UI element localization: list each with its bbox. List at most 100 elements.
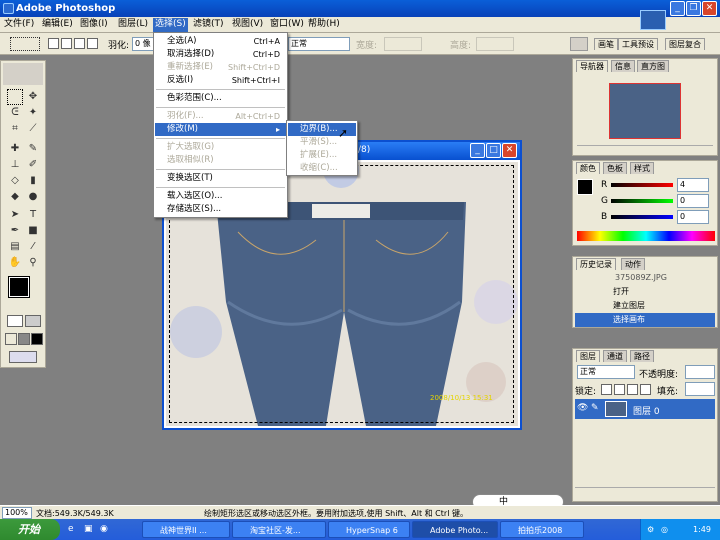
menu-window[interactable]: 窗口(W): [268, 18, 306, 32]
channel-g-input[interactable]: 0: [677, 194, 709, 208]
doc-close-button[interactable]: ✕: [502, 143, 517, 158]
tray-network-icon[interactable]: ⚙: [647, 519, 654, 540]
screen-mode-standard-icon[interactable]: [5, 333, 17, 345]
menu-image[interactable]: 图像(I): [78, 18, 110, 32]
history-item[interactable]: 建立图层: [575, 299, 715, 313]
blur-tool-icon[interactable]: ◆: [7, 189, 23, 205]
menu-color-range[interactable]: 色彩范围(C)...: [155, 92, 286, 105]
tab-styles[interactable]: 样式: [630, 162, 654, 174]
menu-select[interactable]: 选择(S): [153, 18, 188, 32]
history-item-selected[interactable]: 选择画布: [575, 313, 715, 327]
tab-paths[interactable]: 路径: [630, 350, 654, 362]
file-browser-icon[interactable]: [570, 37, 588, 51]
lock-all-icon[interactable]: [640, 384, 651, 395]
close-button[interactable]: ✕: [702, 1, 717, 16]
type-tool-icon[interactable]: T: [25, 207, 41, 223]
tab-color[interactable]: 颜色: [576, 162, 600, 174]
menu-modify[interactable]: 修改(M) ▸: [155, 123, 286, 136]
menu-deselect[interactable]: 取消选择(D) Ctrl+D: [155, 48, 286, 61]
history-brush-icon[interactable]: ✐: [25, 157, 41, 173]
intersect-selection-icon[interactable]: [87, 38, 98, 49]
doc-minimize-button[interactable]: _: [470, 143, 485, 158]
brush-tool-icon[interactable]: ✎: [25, 141, 41, 157]
tab-navigator[interactable]: 导航器: [576, 60, 608, 72]
menu-select-all[interactable]: 全选(A) Ctrl+A: [155, 35, 286, 48]
navigator-zoom-slider[interactable]: [577, 145, 713, 153]
minimize-button[interactable]: _: [670, 1, 685, 16]
foreground-color-swatch[interactable]: [8, 276, 30, 298]
lock-transparency-icon[interactable]: [601, 384, 612, 395]
menu-transform-selection[interactable]: 变换选区(T): [155, 172, 286, 185]
magic-wand-icon[interactable]: ✦: [25, 105, 41, 121]
zoom-field[interactable]: 100%: [2, 507, 32, 519]
channel-b-input[interactable]: 0: [677, 210, 709, 224]
menu-help[interactable]: 帮助(H): [306, 18, 342, 32]
healing-brush-icon[interactable]: ✚: [7, 141, 23, 157]
color-foreground-swatch[interactable]: [577, 179, 593, 195]
screen-mode-full-menu-icon[interactable]: [18, 333, 30, 345]
menu-save-selection[interactable]: 存储选区(S)...: [155, 203, 286, 216]
new-selection-icon[interactable]: [48, 38, 59, 49]
lasso-tool-icon[interactable]: ᕮ: [7, 105, 23, 121]
restore-button[interactable]: ❐: [686, 1, 701, 16]
gradient-tool-icon[interactable]: ▮: [25, 173, 41, 189]
tab-info[interactable]: 信息: [611, 60, 635, 72]
blend-mode-select[interactable]: 正常: [577, 365, 635, 379]
crop-tool-icon[interactable]: ⌗: [7, 121, 23, 137]
tab-brushes[interactable]: 画笔: [594, 38, 618, 50]
lock-position-icon[interactable]: [627, 384, 638, 395]
jump-to-imageready-icon[interactable]: [9, 351, 37, 363]
tab-histogram[interactable]: 直方图: [637, 60, 669, 72]
quicklaunch-qq-icon[interactable]: ◉: [100, 524, 108, 534]
move-tool-icon[interactable]: ✥: [25, 89, 41, 105]
shape-tool-icon[interactable]: ■: [25, 223, 41, 239]
eyedropper-icon[interactable]: ⁄: [25, 239, 41, 255]
path-select-icon[interactable]: ➤: [7, 207, 23, 223]
clock-time[interactable]: 1:49: [693, 519, 711, 540]
quickmask-mode-icon[interactable]: [25, 315, 41, 327]
start-button[interactable]: 开始: [0, 519, 60, 540]
taskbar-task-active[interactable]: Adobe Photo...: [412, 521, 498, 538]
channel-r-slider[interactable]: [611, 183, 673, 187]
layers-footer-buttons[interactable]: [575, 487, 715, 499]
tab-tool-presets[interactable]: 工具预设: [618, 38, 658, 50]
taskbar-task[interactable]: 战神世界II ...: [142, 521, 230, 538]
channel-r-input[interactable]: 4: [677, 178, 709, 192]
menu-filter[interactable]: 滤镜(T): [191, 18, 226, 32]
menu-layer[interactable]: 图层(L): [116, 18, 150, 32]
tab-layer-comps[interactable]: 图层复合: [665, 38, 705, 50]
tray-volume-icon[interactable]: ◎: [661, 519, 668, 540]
submenu-expand[interactable]: 扩展(E)...: [288, 149, 356, 162]
marquee-tool-icon[interactable]: [7, 89, 23, 105]
eraser-icon[interactable]: ◇: [7, 173, 23, 189]
dodge-tool-icon[interactable]: ●: [25, 189, 41, 205]
hand-tool-icon[interactable]: ✋: [7, 255, 23, 271]
fill-input[interactable]: [685, 382, 715, 396]
clone-stamp-icon[interactable]: ⊥: [7, 157, 23, 173]
history-item[interactable]: 打开: [575, 285, 715, 299]
navigator-thumbnail[interactable]: [609, 83, 681, 139]
taskbar-task[interactable]: 淘宝社区-发...: [232, 521, 326, 538]
menu-edit[interactable]: 编辑(E): [40, 18, 75, 32]
standard-mode-icon[interactable]: [7, 315, 23, 327]
marquee-preset-icon[interactable]: [10, 37, 40, 51]
menu-feather[interactable]: 羽化(F)... Alt+Ctrl+D: [155, 110, 286, 123]
screen-mode-full-icon[interactable]: [31, 333, 43, 345]
tab-swatches[interactable]: 色板: [603, 162, 627, 174]
taskbar-task[interactable]: 拍拍乐2008: [500, 521, 584, 538]
subtract-selection-icon[interactable]: [74, 38, 85, 49]
menu-inverse[interactable]: 反选(I) Shift+Ctrl+I: [155, 74, 286, 87]
channel-b-slider[interactable]: [611, 215, 673, 219]
color-spectrum-bar[interactable]: [577, 231, 715, 241]
taskbar-task[interactable]: HyperSnap 6: [328, 521, 410, 538]
quicklaunch-ie-icon[interactable]: e: [68, 524, 74, 534]
layer-visibility-eye-icon[interactable]: 👁: [577, 403, 588, 413]
style-select[interactable]: 正常: [288, 37, 350, 51]
add-selection-icon[interactable]: [61, 38, 72, 49]
height-input[interactable]: [476, 37, 514, 51]
notes-tool-icon[interactable]: ▤: [7, 239, 23, 255]
menu-similar[interactable]: 选取相似(R): [155, 154, 286, 167]
doc-maximize-button[interactable]: □: [486, 143, 501, 158]
tab-history[interactable]: 历史记录: [576, 258, 616, 270]
menu-load-selection[interactable]: 载入选区(O)...: [155, 190, 286, 203]
